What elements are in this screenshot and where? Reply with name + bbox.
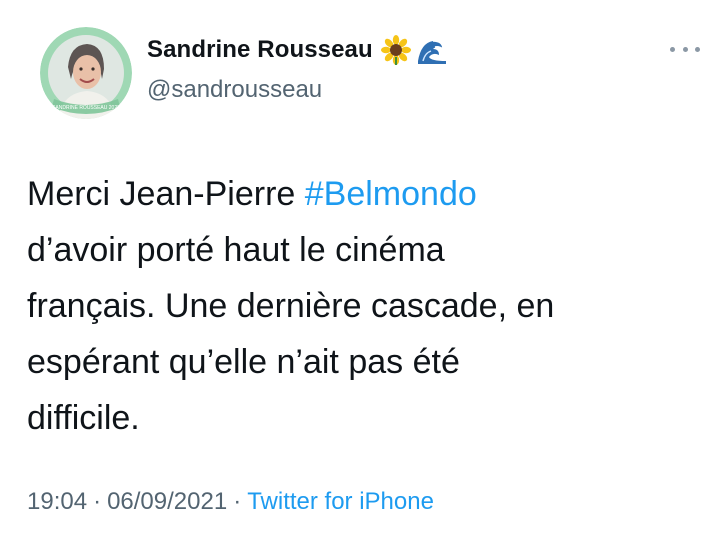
display-name[interactable]: Sandrine Rousseau (147, 36, 373, 64)
meta-separator: · (93, 488, 102, 515)
tweet-line-2: d’avoir porté haut le cinéma (27, 231, 445, 269)
meta-separator: · (233, 488, 242, 515)
hashtag-link[interactable]: #Belmondo (305, 175, 477, 213)
more-dot (682, 46, 688, 52)
tweet-time[interactable]: 19:04 (27, 488, 87, 515)
tweet-line-3: français. Une dernière cascade, en (27, 287, 555, 325)
tweet: SANDRINE ROUSSEAU 2022 Sandrine Rousseau (0, 0, 712, 542)
more-options-icon[interactable] (670, 44, 700, 54)
more-dot (695, 46, 700, 52)
avatar[interactable]: SANDRINE ROUSSEAU 2022 (40, 27, 132, 119)
tweet-text: Merci Jean-Pierre #Belmondo d’avoir port… (27, 166, 697, 446)
user-handle[interactable]: @sandrousseau (147, 76, 322, 104)
name-row: Sandrine Rousseau (147, 35, 447, 65)
wave-icon (417, 35, 447, 65)
avatar-badge-text: SANDRINE ROUSSEAU 2022 (52, 105, 120, 111)
tweet-line-4: espérant qu’elle n’ait pas été (27, 343, 460, 381)
tweet-meta: 19:04 · 06/09/2021 · Twitter for iPhone (27, 488, 434, 516)
sunflower-icon (380, 35, 411, 65)
tweet-line-1: Merci Jean-Pierre #Belmondo (27, 166, 697, 222)
tweet-source-link[interactable]: Twitter for iPhone (247, 488, 434, 515)
avatar-image: SANDRINE ROUSSEAU 2022 (40, 27, 132, 119)
more-dot (670, 46, 675, 52)
tweet-date[interactable]: 06/09/2021 (107, 488, 227, 515)
tweet-line-5: difficile. (27, 399, 140, 437)
tweet-text-segment: Merci Jean-Pierre (27, 175, 305, 213)
